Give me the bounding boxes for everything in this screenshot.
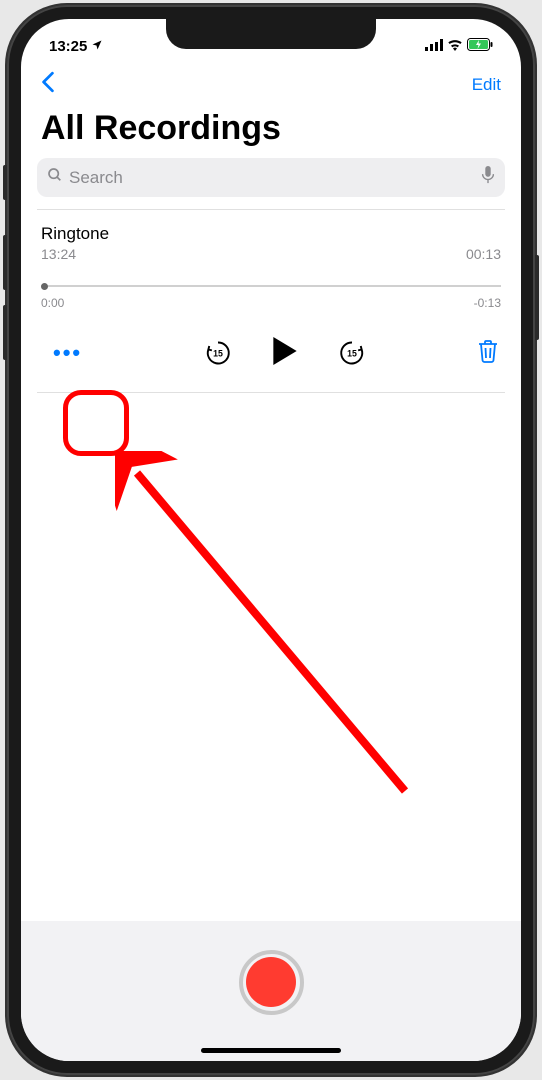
svg-text:15: 15 [213,349,223,359]
wifi-icon [447,38,463,55]
skip-back-15-button[interactable]: 15 [204,339,232,367]
record-icon [246,957,296,1007]
scrubber-track [41,285,501,287]
play-button[interactable] [272,337,298,370]
status-time: 13:25 [49,38,87,55]
scrubber[interactable] [41,284,501,288]
svg-text:15: 15 [347,349,357,359]
back-button[interactable] [41,71,55,100]
search-placeholder: Search [69,168,475,188]
search-bar[interactable]: Search [37,158,505,197]
edit-button[interactable]: Edit [472,75,501,95]
mute-switch [3,165,7,200]
volume-down [3,305,7,360]
location-arrow-icon [91,38,103,55]
nav-bar: Edit [21,63,521,107]
skip-forward-15-button[interactable]: 15 [338,339,366,367]
more-options-button[interactable]: ••• [43,336,92,370]
volume-up [3,235,7,290]
magnifier-icon [47,167,63,188]
microphone-icon[interactable] [481,166,495,189]
annotation-arrow [115,451,425,816]
recording-item[interactable]: Ringtone 13:24 00:13 0:00 -0:13 ••• 15 [21,210,521,380]
battery-charging-icon [467,38,493,55]
signal-icon [425,38,443,55]
annotation-highlight [63,390,129,456]
power-button [535,255,539,340]
notch [166,19,376,49]
page-title: All Recordings [21,107,521,158]
playback-controls: ••• 15 15 [41,336,501,370]
recording-time: 13:24 [41,246,76,262]
phone-frame: 13:25 Edit Al [7,5,535,1075]
scrubber-thumb[interactable] [41,283,48,290]
record-button[interactable] [239,950,304,1015]
delete-button[interactable] [477,339,499,368]
recording-duration: 00:13 [466,246,501,262]
screen: 13:25 Edit Al [21,19,521,1061]
scrubber-start-time: 0:00 [41,296,64,310]
home-indicator[interactable] [201,1048,341,1053]
bottom-bar [21,921,521,1061]
divider [37,392,505,393]
recording-title: Ringtone [41,224,109,244]
scrubber-end-time: -0:13 [474,296,501,310]
